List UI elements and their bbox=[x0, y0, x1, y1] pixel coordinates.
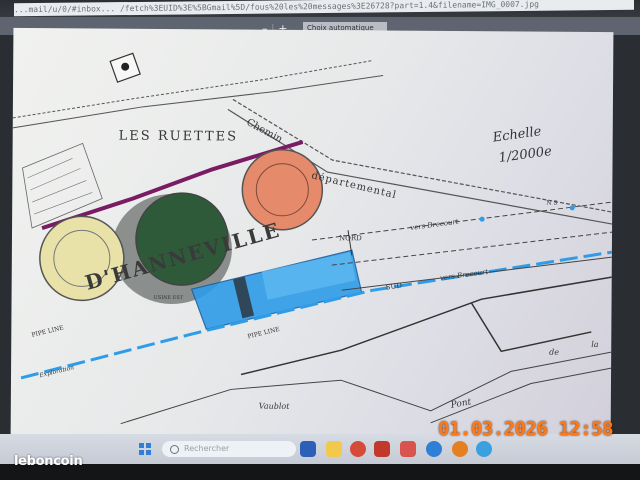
rail-marker-blue-2 bbox=[569, 205, 575, 211]
windows-start-icon[interactable] bbox=[139, 443, 151, 455]
river-line bbox=[120, 351, 612, 425]
photos-app-icon[interactable] bbox=[400, 441, 416, 457]
label-de: de bbox=[549, 347, 560, 357]
screen-photo: ...mail/u/0/#inbox... /fetch%3EUID%3E%5B… bbox=[0, 0, 640, 480]
label-nord: NORD bbox=[338, 234, 362, 243]
chrome-icon[interactable] bbox=[350, 441, 366, 457]
label-les-ruettes: LES RUETTES bbox=[118, 128, 239, 145]
rail-line-2 bbox=[331, 231, 613, 266]
taskbar-search-input[interactable]: Rechercher bbox=[162, 441, 296, 457]
watermark-logo: leboncoin bbox=[14, 454, 83, 469]
monitor-bezel bbox=[0, 464, 640, 480]
rail-marker-blue-1 bbox=[479, 216, 485, 222]
river-line-2 bbox=[430, 367, 612, 424]
site-plan-drawing bbox=[12, 52, 613, 425]
hatch-lines bbox=[27, 158, 93, 215]
building-dot bbox=[121, 62, 130, 71]
edge-icon[interactable] bbox=[426, 441, 442, 457]
hatched-zone bbox=[22, 142, 103, 229]
road-upper-2 bbox=[12, 74, 384, 129]
tank-orange bbox=[241, 149, 324, 231]
word-app-icon[interactable] bbox=[300, 441, 316, 457]
app-icon-orange[interactable] bbox=[452, 441, 468, 457]
site-plan-document: LES RUETTES Chemin départemental Echelle… bbox=[10, 27, 614, 445]
search-icon bbox=[170, 445, 179, 454]
road-upper bbox=[12, 59, 374, 119]
label-north-south: N S bbox=[546, 199, 558, 207]
label-la: la bbox=[591, 339, 599, 350]
app-icon-blue[interactable] bbox=[476, 441, 492, 457]
label-vaublot: Vaublot bbox=[258, 401, 290, 411]
pdf-app-icon[interactable] bbox=[374, 441, 390, 457]
boundary-right bbox=[470, 302, 592, 353]
label-usine-est: USINE EST bbox=[153, 294, 184, 302]
timestamp-stamp: 01.03.2026 12:58 bbox=[438, 418, 614, 440]
file-explorer-icon[interactable] bbox=[326, 441, 342, 457]
